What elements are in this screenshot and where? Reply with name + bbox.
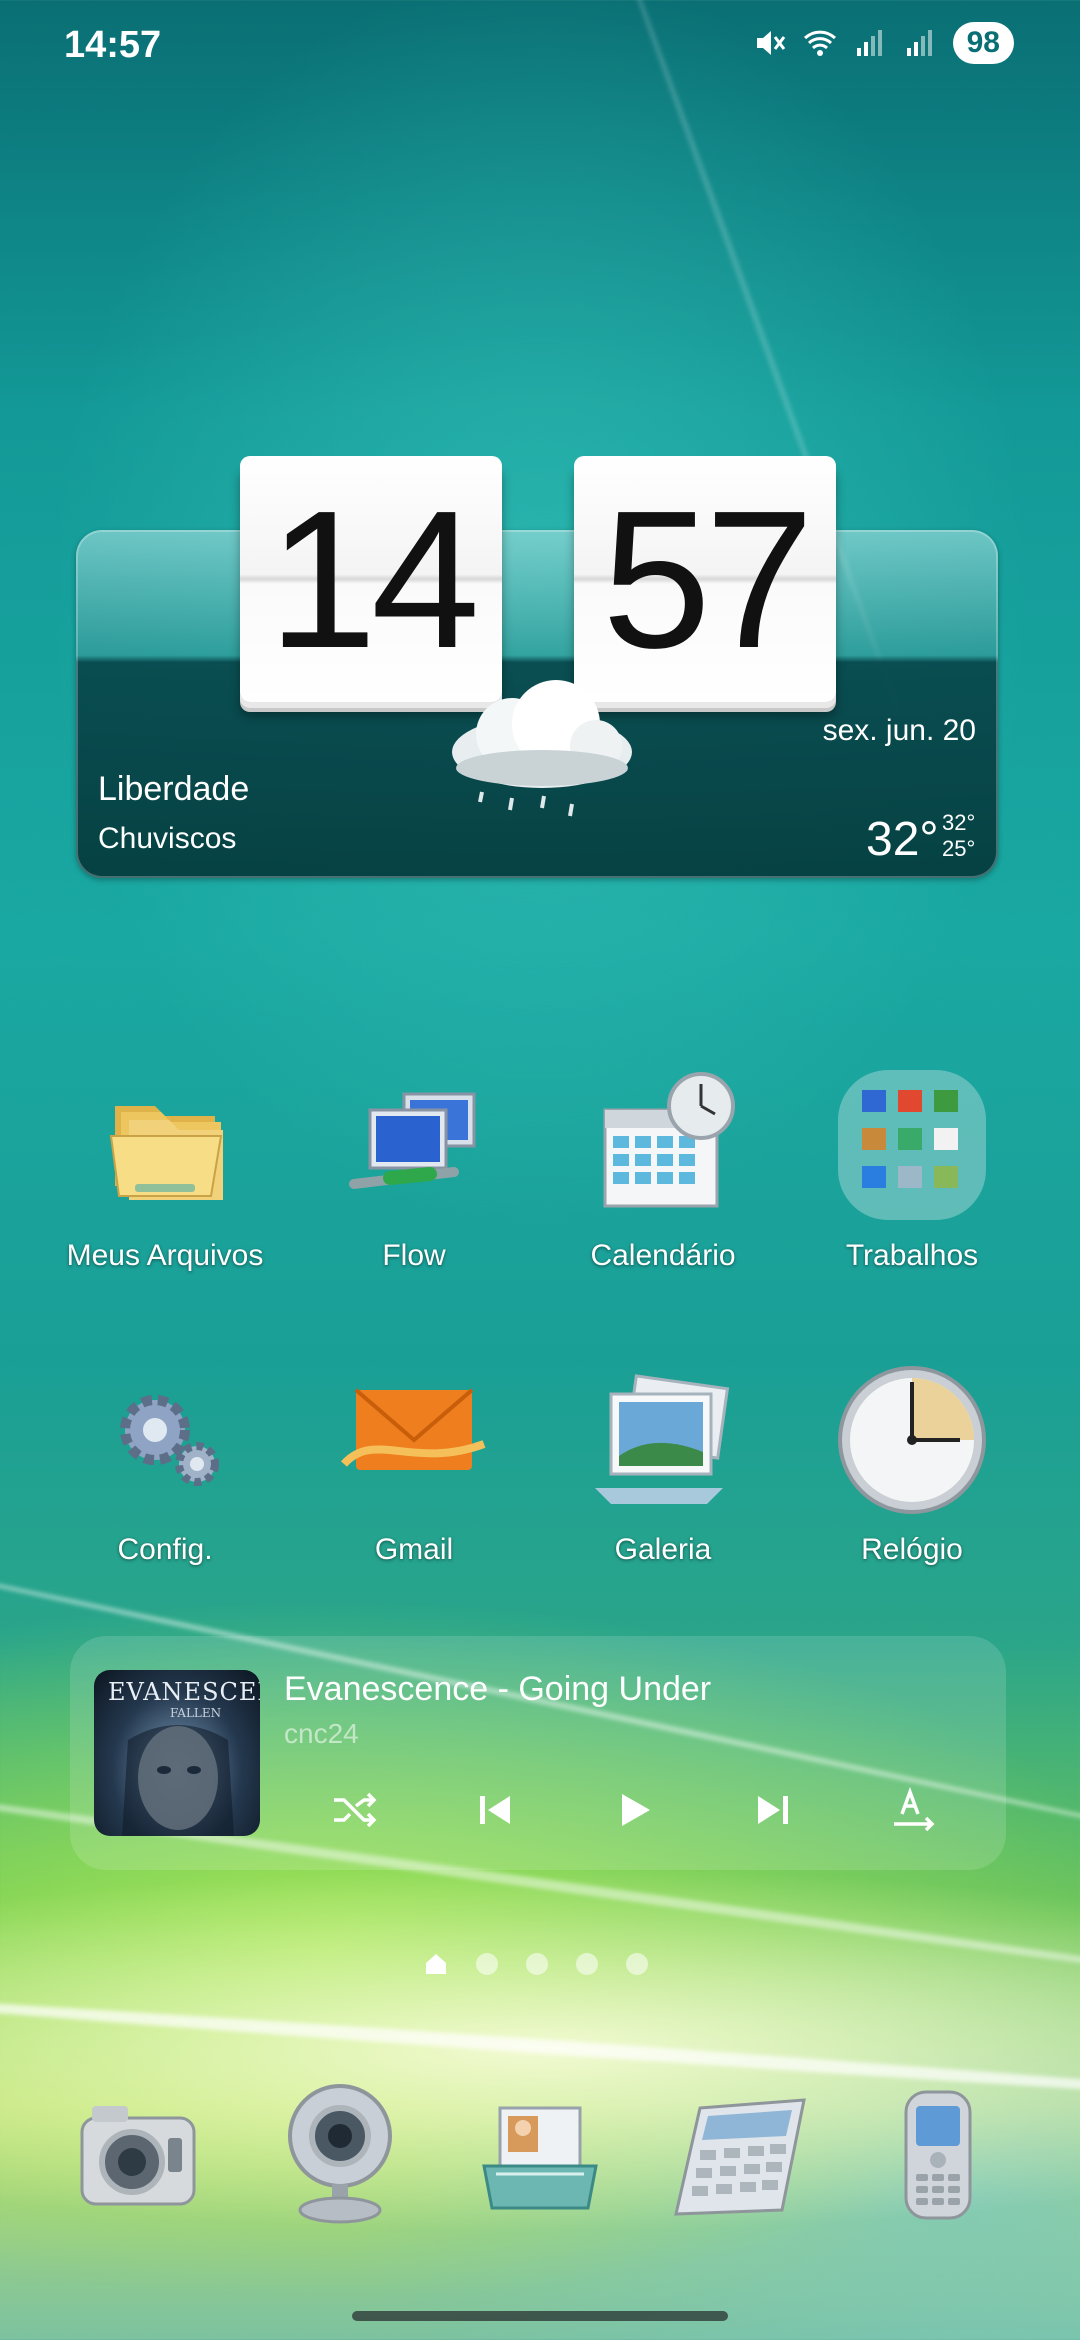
app-label: Meus Arquivos: [66, 1239, 264, 1272]
mail-icon: [341, 1388, 486, 1470]
page-dot[interactable]: [626, 1953, 648, 1975]
calendar-icon: [603, 1072, 735, 1208]
folder-icon: [109, 1106, 223, 1200]
network-icon: [349, 1092, 476, 1189]
signal-icon: [856, 30, 882, 56]
weather-low: 25°: [942, 836, 976, 861]
track-title: Evanescence - Going Under: [284, 1670, 712, 1708]
page-dot[interactable]: [476, 1953, 498, 1975]
gallery-icon: [595, 1374, 730, 1504]
app-trabalhos[interactable]: Trabalhos: [787, 1066, 1037, 1273]
gesture-navigation-bar[interactable]: [352, 2311, 728, 2321]
previous-icon[interactable]: [468, 1784, 520, 1836]
page-dot[interactable]: [526, 1953, 548, 1975]
battery-level: 98: [952, 22, 1014, 64]
page-indicator[interactable]: [424, 1952, 648, 1976]
app-label: Relógio: [861, 1533, 963, 1566]
status-bar: 14:57 98: [0, 0, 1080, 90]
app-flow[interactable]: Flow: [289, 1066, 539, 1273]
next-icon[interactable]: [748, 1784, 800, 1836]
app-config[interactable]: Config.: [40, 1360, 290, 1567]
app-meus-arquivos[interactable]: Meus Arquivos: [40, 1066, 290, 1273]
app-label: Galeria: [614, 1533, 712, 1566]
weather-condition: Chuviscos: [98, 822, 237, 855]
weather-high: 32°: [942, 810, 976, 835]
contacts-icon[interactable]: [470, 2078, 610, 2228]
clock-minutes[interactable]: 57: [574, 456, 836, 702]
webcam-icon[interactable]: [270, 2078, 410, 2228]
app-label: Gmail: [374, 1533, 454, 1566]
signal-icon: [906, 30, 932, 56]
rain-cloud-icon: [452, 680, 632, 817]
mute-icon: [756, 31, 785, 55]
status-time: 14:57: [64, 24, 162, 66]
camera-icon[interactable]: [68, 2078, 208, 2228]
weather-temperature: 32°: [866, 813, 939, 866]
app-label: Flow: [382, 1239, 446, 1272]
app-label: Config.: [117, 1533, 213, 1566]
app-gmail[interactable]: Gmail: [289, 1360, 539, 1567]
album-face-icon: [122, 1725, 234, 1836]
clock-hours[interactable]: 14: [240, 456, 502, 702]
page-dot[interactable]: [576, 1953, 598, 1975]
status-icons: 98: [753, 22, 1014, 64]
home-page-icon[interactable]: [424, 1952, 448, 1976]
weather-city: Liberdade: [98, 770, 250, 808]
play-icon[interactable]: [608, 1784, 660, 1836]
app-galeria[interactable]: Galeria: [538, 1360, 788, 1567]
app-calendario[interactable]: Calendário: [538, 1066, 788, 1273]
wifi-icon: [803, 30, 836, 56]
app-relogio[interactable]: Relógio: [787, 1360, 1037, 1567]
app-label: Trabalhos: [845, 1239, 979, 1272]
gear-icon: [120, 1395, 219, 1486]
app-label: Calendário: [590, 1239, 736, 1272]
lyrics-icon[interactable]: [888, 1784, 940, 1836]
shuffle-icon[interactable]: [328, 1784, 380, 1836]
album-art[interactable]: EVANESCENCE FALLEN: [94, 1670, 260, 1836]
folder-group-icon: [838, 1070, 986, 1220]
calculator-icon[interactable]: [670, 2078, 810, 2228]
phone-icon[interactable]: [870, 2078, 1010, 2228]
clock-icon: [838, 1366, 986, 1514]
music-player-widget[interactable]: EVANESCENCE FALLEN Evanescence - Going U…: [70, 1636, 1006, 1870]
widget-date: sex. jun. 20: [822, 714, 976, 747]
track-artist: cnc24: [284, 1718, 359, 1749]
